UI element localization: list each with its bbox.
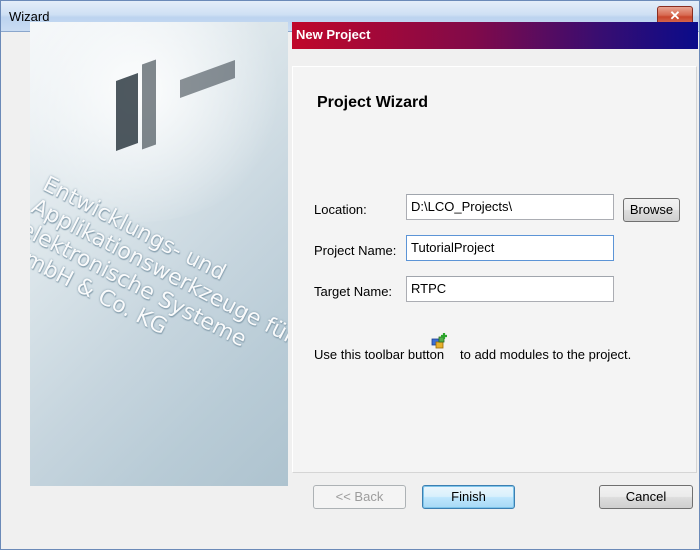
location-label: Location: xyxy=(314,202,367,217)
add-module-icon xyxy=(431,333,447,349)
wizard-side-image: Entwicklungs- und Applikationswerkzeuge … xyxy=(30,22,288,486)
finish-button[interactable]: Finish xyxy=(422,485,515,509)
browse-button[interactable]: Browse xyxy=(623,198,680,222)
wizard-panel xyxy=(292,66,697,473)
hint-text-after: to add modules to the project. xyxy=(460,347,632,362)
target-name-label: Target Name: xyxy=(314,284,393,299)
cancel-button[interactable]: Cancel xyxy=(599,485,693,509)
panel-title: Project Wizard xyxy=(317,94,428,111)
wizard-header-title: New Project xyxy=(296,27,371,42)
target-name-field[interactable]: RTPC xyxy=(406,276,614,302)
back-button[interactable]: << Back xyxy=(313,485,406,509)
project-name-label: Project Name: xyxy=(314,243,397,258)
location-field[interactable]: D:\LCO_Projects\ xyxy=(406,194,614,220)
close-icon: ✕ xyxy=(669,8,681,23)
logo-shape xyxy=(116,72,138,152)
logo-shape xyxy=(142,59,156,150)
wizard-window: Wizard ✕ Entwicklungs- und Applikationsw… xyxy=(0,0,700,550)
project-name-field[interactable]: TutorialProject xyxy=(406,235,614,261)
hint-text-before: Use this toolbar button xyxy=(314,347,445,362)
wizard-header-bar: New Project xyxy=(292,22,698,49)
